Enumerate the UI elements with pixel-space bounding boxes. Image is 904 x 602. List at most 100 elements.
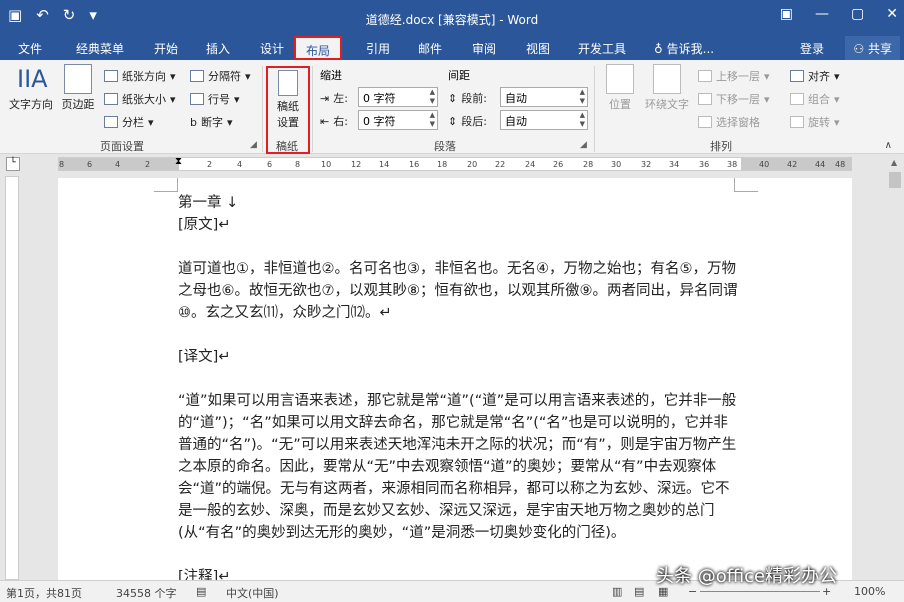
tab-developer[interactable]: 开发工具 xyxy=(578,40,626,57)
paragraph-launcher-icon[interactable]: ◢ xyxy=(580,140,587,150)
language-status[interactable]: 中文(中国) xyxy=(226,585,279,601)
tab-home[interactable]: 开始 xyxy=(154,40,178,57)
tab-layout[interactable]: 布局 xyxy=(294,36,343,60)
orientation-button[interactable]: 纸张方向 ▾ xyxy=(104,68,176,84)
indent-left-input[interactable]: 0 字符 ▲ ▼ xyxy=(358,87,438,107)
page-setup-launcher-icon[interactable]: ◢ xyxy=(250,140,257,150)
tab-selector-icon[interactable]: └ xyxy=(6,157,20,171)
tab-references[interactable]: 引用 xyxy=(366,40,390,57)
position-button[interactable]: 位置 xyxy=(602,64,638,112)
columns-label: 分栏 xyxy=(122,116,144,129)
indent-right-input[interactable]: 0 字符 ▲ ▼ xyxy=(358,110,438,130)
separator xyxy=(594,66,595,152)
scroll-thumb[interactable] xyxy=(889,172,901,188)
send-backward-icon xyxy=(698,93,712,105)
document-body[interactable]: 第一章 ↓ [原文]↵ 道可道也①，非恒道也②。名可名也③，非恒名也。无名④，万… xyxy=(178,192,738,588)
zoom-level[interactable]: 100% xyxy=(854,585,885,598)
zoom-slider[interactable] xyxy=(700,591,820,592)
ruler-number: 4 xyxy=(237,160,243,169)
ruler-number: 4 xyxy=(115,160,121,169)
spacing-after-icon: ⇕ xyxy=(448,114,458,128)
breaks-label: 分隔符 xyxy=(208,70,241,83)
spacing-before-icon: ⇕ xyxy=(448,91,458,105)
scroll-up-icon[interactable]: ▲ xyxy=(891,158,897,167)
original-text-heading: [原文]↵ xyxy=(178,217,231,233)
ruler-number: 12 xyxy=(351,160,362,169)
ruler-number: 2 xyxy=(145,160,151,169)
collapse-ribbon-icon[interactable]: ∧ xyxy=(885,140,892,151)
breaks-button[interactable]: 分隔符 ▾ xyxy=(190,68,251,84)
draft-paper-setup-button[interactable]: 稿纸 设置 xyxy=(270,70,306,130)
draft-paper-icon xyxy=(278,70,298,96)
lightbulb-icon: ♁ xyxy=(654,42,663,56)
spin-arrows-icon[interactable]: ▲ ▼ xyxy=(580,88,585,106)
vertical-scrollbar[interactable]: ▲ xyxy=(886,154,904,580)
group-button[interactable]: 组合 ▾ xyxy=(790,91,840,107)
page-setup-group-label: 页面设置 xyxy=(100,140,144,153)
tab-mailings[interactable]: 邮件 xyxy=(418,40,442,57)
hyphenation-button[interactable]: b 断字 ▾ xyxy=(190,114,233,130)
indent-marker-icon[interactable]: ⧗ xyxy=(175,156,182,167)
tab-insert[interactable]: 插入 xyxy=(206,40,230,57)
margins-button[interactable]: 页边距 xyxy=(58,64,98,112)
ruler-number: 44 xyxy=(815,160,826,169)
spacing-before-label: ⇕ 段前: xyxy=(448,91,487,106)
corner-mark xyxy=(154,178,178,192)
tab-classic-menu[interactable]: 经典菜单 xyxy=(76,40,124,57)
spin-arrows-icon[interactable]: ▲ ▼ xyxy=(430,88,435,106)
text-direction-button[interactable]: IIA 文字方向 xyxy=(6,64,56,112)
text-direction-label: 文字方向 xyxy=(9,98,53,111)
print-layout-icon[interactable]: ▤ xyxy=(634,585,644,598)
hyphenation-label: 断字 xyxy=(200,116,223,129)
rotate-button[interactable]: 旋转 ▾ xyxy=(790,114,840,130)
size-icon xyxy=(104,93,118,105)
proofing-icon[interactable]: ▤ xyxy=(196,585,206,598)
spin-arrows-icon[interactable]: ▲ ▼ xyxy=(580,111,585,129)
ruler-track: 8 6 4 2 ⧗ 2 4 6 8 10 12 14 16 18 20 22 2… xyxy=(58,156,852,171)
close-icon[interactable]: ✕ xyxy=(886,6,898,22)
selection-pane-button[interactable]: 选择窗格 xyxy=(698,114,760,130)
share-label: 共享 xyxy=(867,42,892,56)
tab-design[interactable]: 设计 xyxy=(260,40,284,57)
ruler-number: 48 xyxy=(835,160,846,169)
page-count[interactable]: 第1页，共81页 xyxy=(6,585,82,601)
ruler-number: 8 xyxy=(295,160,301,169)
ruler-number: 20 xyxy=(467,160,478,169)
line-numbers-button[interactable]: 行号 ▾ xyxy=(190,91,240,107)
ruler-number: 38 xyxy=(727,160,738,169)
spacing-after-input[interactable]: 自动 ▲ ▼ xyxy=(500,110,588,130)
columns-button[interactable]: 分栏 ▾ xyxy=(104,114,154,130)
tell-me-box[interactable]: ♁ 告诉我... xyxy=(654,40,714,57)
spacing-label: 间距 xyxy=(448,69,470,82)
spin-arrows-icon[interactable]: ▲ ▼ xyxy=(430,111,435,129)
tab-file[interactable]: 文件 xyxy=(18,40,42,57)
align-button[interactable]: 对齐 ▾ xyxy=(790,68,840,84)
size-button[interactable]: 纸张大小 ▾ xyxy=(104,91,176,107)
share-button[interactable]: ⚇ 共享 xyxy=(845,36,900,60)
document-page[interactable]: 第一章 ↓ [原文]↵ 道可道也①，非恒道也②。名可名也③，非恒名也。无名④，万… xyxy=(58,178,852,585)
ruler-number: 26 xyxy=(553,160,564,169)
send-backward-button[interactable]: 下移一层 ▾ xyxy=(698,91,770,107)
tab-review[interactable]: 审阅 xyxy=(472,40,496,57)
horizontal-ruler: └ 8 6 4 2 ⧗ 2 4 6 8 10 12 14 16 18 20 22… xyxy=(0,154,904,174)
signin-link[interactable]: 登录 xyxy=(800,40,824,57)
orientation-label: 纸张方向 xyxy=(122,70,166,83)
window-title: 道德经.docx [兼容模式] - Word xyxy=(365,13,539,27)
read-mode-icon[interactable]: ▥ xyxy=(612,585,622,598)
maximize-icon[interactable]: ▢ xyxy=(851,6,864,22)
spacing-before-input[interactable]: 自动 ▲ ▼ xyxy=(500,87,588,107)
wrap-text-button[interactable]: 环绕文字 xyxy=(642,64,692,112)
position-icon xyxy=(606,64,634,94)
ruler-number: 18 xyxy=(437,160,448,169)
ribbon-tabs: 文件 经典菜单 开始 插入 设计 布局 引用 邮件 审阅 视图 开发工具 ♁ 告… xyxy=(0,36,904,60)
tab-view[interactable]: 视图 xyxy=(526,40,550,57)
word-count[interactable]: 34558 个字 xyxy=(116,585,177,601)
minimize-icon[interactable]: — xyxy=(815,6,829,22)
ribbon-display-icon[interactable]: ▣ xyxy=(780,6,793,22)
draft-paper-label-2: 设置 xyxy=(277,116,299,129)
ruler-number: 6 xyxy=(267,160,273,169)
bring-forward-button[interactable]: 上移一层 ▾ xyxy=(698,68,770,84)
